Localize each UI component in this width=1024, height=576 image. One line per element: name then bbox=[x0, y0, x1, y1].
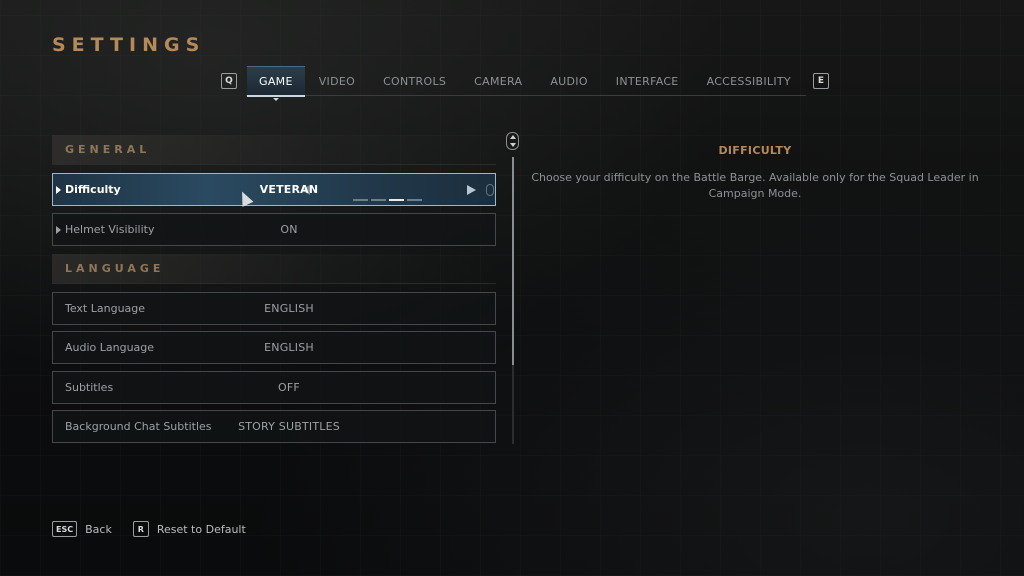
next-tab-key-badge[interactable]: E bbox=[812, 73, 829, 89]
setting-value-helmet-visibility: ON bbox=[280, 223, 298, 236]
reset-key-badge[interactable]: R bbox=[132, 521, 149, 537]
scrollbar-thumb[interactable] bbox=[512, 157, 514, 365]
tab-game[interactable]: GAME bbox=[247, 66, 305, 101]
setting-value-subtitles: OFF bbox=[278, 381, 300, 394]
tab-interface[interactable]: INTERFACE bbox=[602, 66, 693, 96]
difficulty-option-indicator bbox=[353, 199, 422, 201]
tab-bar: Q GAME VIDEO CONTROLS CAMERA AUDIO INTER… bbox=[221, 66, 829, 101]
description-text: Choose your difficulty on the Battle Bar… bbox=[531, 171, 979, 200]
footer-hints: ESC Back R Reset to Default bbox=[52, 521, 246, 537]
setting-label-audio-language: Audio Language bbox=[65, 341, 155, 354]
back-button-label[interactable]: Back bbox=[85, 523, 112, 536]
setting-value-background-chat-subtitles: STORY SUBTITLES bbox=[238, 420, 340, 433]
setting-value-difficulty: VETERAN bbox=[259, 183, 319, 196]
setting-row-subtitles[interactable]: Subtitles OFF bbox=[52, 371, 496, 404]
setting-row-difficulty[interactable]: Difficulty VETERAN bbox=[52, 173, 496, 206]
section-title-general: GENERAL bbox=[65, 143, 151, 156]
setting-row-helmet-visibility[interactable]: Helmet Visibility ON bbox=[52, 213, 496, 246]
tab-audio[interactable]: AUDIO bbox=[536, 66, 601, 96]
setting-label-text-language: Text Language bbox=[65, 302, 146, 315]
setting-row-audio-language[interactable]: Audio Language ENGLISH bbox=[52, 331, 496, 364]
setting-row-background-chat-subtitles[interactable]: Background Chat Subtitles STORY SUBTITLE… bbox=[52, 410, 496, 443]
esc-key-badge[interactable]: ESC bbox=[52, 521, 78, 537]
setting-label-difficulty: Difficulty bbox=[65, 183, 121, 196]
section-header-language: LANGUAGE bbox=[52, 254, 496, 284]
option-pip bbox=[371, 199, 386, 201]
setting-value-text-language: ENGLISH bbox=[264, 302, 314, 315]
setting-row-text-language[interactable]: Text Language ENGLISH bbox=[52, 292, 496, 325]
setting-label-subtitles: Subtitles bbox=[65, 381, 114, 394]
tab-controls[interactable]: CONTROLS bbox=[369, 66, 460, 96]
mouse-scroll-icon bbox=[506, 132, 519, 150]
expand-arrow-icon bbox=[56, 226, 61, 234]
option-pip bbox=[353, 199, 368, 201]
option-right-arrow-icon[interactable] bbox=[467, 185, 476, 195]
tab-accessibility[interactable]: ACCESSIBILITY bbox=[693, 66, 805, 96]
tab-camera[interactable]: CAMERA bbox=[460, 66, 536, 96]
option-pip-active bbox=[389, 199, 404, 201]
page-title: SETTINGS bbox=[52, 34, 206, 56]
prev-tab-key-badge[interactable]: Q bbox=[221, 73, 237, 89]
reset-to-default-label[interactable]: Reset to Default bbox=[157, 523, 246, 536]
tab-video[interactable]: VIDEO bbox=[305, 66, 369, 96]
setting-label-helmet-visibility: Helmet Visibility bbox=[65, 223, 155, 236]
section-header-general: GENERAL bbox=[52, 135, 496, 165]
row-end-mark-icon bbox=[486, 184, 494, 196]
expand-arrow-icon bbox=[56, 186, 61, 194]
option-pip bbox=[407, 199, 422, 201]
description-title: DIFFICULTY bbox=[718, 144, 792, 157]
setting-value-audio-language: ENGLISH bbox=[264, 341, 314, 354]
section-title-language: LANGUAGE bbox=[65, 262, 165, 275]
